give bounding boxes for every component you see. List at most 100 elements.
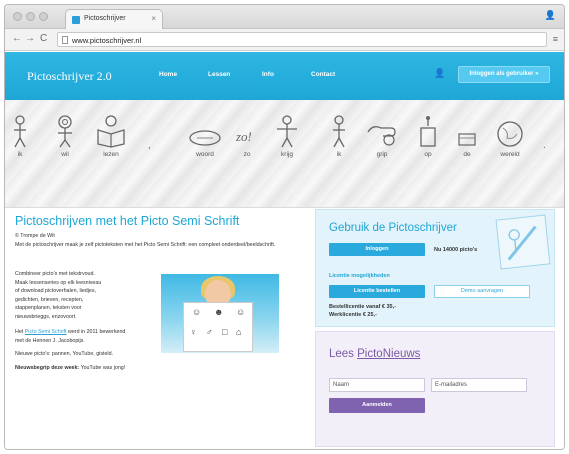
tab-title: Pictoschrijver: [84, 15, 126, 22]
picto-word: wil: [61, 151, 69, 158]
forward-icon[interactable]: →: [25, 33, 35, 44]
picto-op: op: [408, 114, 448, 158]
photo-picto-card: ☺ ☻ ☺ ♀ ♂ □ ⌂: [183, 302, 253, 352]
picto-lezen: lezen: [91, 114, 131, 158]
copyright-line: © Trompe de Wit: [15, 233, 55, 239]
card-figure-icon: ♀: [190, 327, 197, 337]
name-field[interactable]: Naam: [329, 378, 425, 392]
url-text: www.pictoschrijver.nl: [72, 36, 142, 45]
login-button[interactable]: Inloggen als gebruiker »: [458, 66, 550, 83]
nav-contact[interactable]: Contact: [311, 71, 335, 78]
picto-zo: zo! zo: [227, 114, 267, 158]
profile-icon[interactable]: 👤: [545, 10, 556, 21]
card-box-icon: □: [222, 327, 228, 337]
list-line: stappenplanen, teksten voor: [15, 305, 82, 311]
intro-text: Met de pictoschrijver maak je zelf picto…: [15, 242, 276, 248]
picto-krijg: krijg: [267, 114, 307, 158]
back-icon[interactable]: ←: [12, 33, 22, 44]
email-field[interactable]: E-mailadres: [431, 378, 527, 392]
picto-ik: ik: [5, 114, 40, 158]
price-line: Bestellicentie vanaf € 35,-: [329, 304, 396, 310]
picto-wereld: wereld: [490, 114, 530, 158]
pictonieuws-panel: Lees PictoNieuws Naam E-mailadres Aanmel…: [315, 331, 555, 447]
pictonieuws-link[interactable]: PictoNieuws: [357, 348, 420, 360]
person-icon: [14, 115, 26, 148]
page-icon: [62, 36, 68, 44]
pencil-illustration: [495, 214, 551, 270]
list-line: Combineer picto's met tekstrvoud.: [15, 271, 95, 277]
browser-menu-icon[interactable]: ≡: [553, 34, 558, 44]
picto-word: krijg: [281, 151, 293, 158]
site-logo[interactable]: Pictoschrijver 2.0: [27, 69, 112, 84]
nav-home[interactable]: Home: [159, 71, 177, 78]
tab-bar: Pictoschrijver × 👤: [5, 5, 564, 29]
zo-icon: zo!: [235, 129, 252, 144]
list-line: Maak lessenseries op elk leesniveau: [15, 279, 102, 286]
dev-post: werd in 2011 bewerkend: [68, 329, 126, 335]
minimize-window-icon[interactable]: [26, 12, 35, 21]
maximize-window-icon[interactable]: [39, 12, 48, 21]
card-person-icon: ☻: [214, 307, 224, 317]
card-house-icon: ⌂: [236, 327, 242, 337]
reading-icon: [97, 115, 125, 148]
nav-info[interactable]: Info: [262, 71, 274, 78]
list-line: gedichten, brieven, recepten,: [15, 296, 84, 303]
nav-lessen[interactable]: Lessen: [208, 71, 230, 78]
picto-word: wereld: [500, 151, 520, 158]
picto-semi-schrift-link[interactable]: Picto Semi Schrift: [25, 329, 67, 335]
receive-icon: [277, 115, 297, 148]
browser-window: Pictoschrijver × 👤 ← → C www.pictoschrij…: [4, 4, 565, 450]
person-icon: [333, 115, 345, 148]
inloggen-button[interactable]: Inloggen: [329, 243, 425, 256]
dev-line-2: met de Hennen J. Jacobopijs.: [15, 337, 85, 344]
grip-hand-icon: [367, 126, 396, 146]
picto-word: de: [463, 151, 471, 158]
picto-word: ik: [336, 151, 342, 158]
browser-tab[interactable]: Pictoschrijver ×: [65, 9, 163, 29]
list-line: nieuwsbrieggs, enzovoort.: [15, 313, 77, 320]
picto-wil: wil: [45, 114, 85, 158]
picto-grip: grip: [362, 114, 402, 158]
demo-aanvragen-button[interactable]: Demo aanvragen: [434, 285, 530, 298]
globe-icon: [497, 121, 523, 147]
picto-de: de: [447, 114, 487, 158]
banner-period: .: [543, 140, 546, 151]
licentie-bestellen-button[interactable]: Licentie bestellen: [329, 285, 425, 298]
price-line: Werklicentie € 25,-: [329, 312, 377, 318]
favicon-icon: [72, 16, 80, 24]
licence-heading: Licentie mogelijkheden: [329, 273, 390, 279]
promo-photo: ☺ ☻ ☺ ♀ ♂ □ ⌂: [161, 274, 279, 353]
address-bar-row: ← → C www.pictoschrijver.nl ≡: [5, 29, 564, 51]
window-controls: [13, 12, 48, 21]
word-line: Nieuwsbegrip deze week: YouTube was jong…: [15, 364, 125, 373]
word-label: Nieuwsbegrip deze week:: [15, 365, 80, 371]
main-content: Pictoschrijven met het Picto Semi Schrif…: [5, 208, 564, 449]
picto-word: ik: [17, 151, 23, 158]
card-person-icon: ☺: [192, 307, 202, 317]
svg-text:zo!: zo!: [235, 129, 252, 144]
page-title: Pictoschrijven met het Picto Semi Schrif…: [15, 214, 240, 228]
banner-comma: ,: [148, 140, 151, 151]
tab-close-icon[interactable]: ×: [151, 14, 156, 23]
close-window-icon[interactable]: [13, 12, 22, 21]
word-value: YouTube was jong!: [80, 365, 126, 371]
reload-icon[interactable]: C: [40, 33, 47, 44]
picto-woord: woord: [185, 114, 225, 158]
aanmelden-button[interactable]: Aanmelden: [329, 398, 425, 413]
picto-word: zo: [243, 151, 251, 158]
picto-word: woord: [196, 151, 214, 158]
user-icon[interactable]: 👤: [434, 68, 445, 79]
thinking-person-icon: [58, 115, 72, 148]
news-line: Nieuwe picto's: pannen, YouTube, gisteld…: [15, 351, 113, 357]
panel-title: Lees PictoNieuws: [329, 348, 420, 360]
picto-word: lezen: [103, 151, 119, 158]
card-person-icon: ☺: [236, 307, 246, 317]
picto-word: grip: [376, 151, 388, 158]
de-icon: [458, 133, 476, 146]
pencil-icon: [507, 225, 537, 261]
word-bubble-icon: [189, 130, 221, 146]
url-field[interactable]: www.pictoschrijver.nl: [57, 32, 547, 47]
title-prefix: Lees: [329, 348, 358, 360]
card-figure-icon: ♂: [206, 327, 213, 337]
dev-line: Het Picto Semi Schrift werd in 2011 bewe…: [15, 328, 125, 337]
